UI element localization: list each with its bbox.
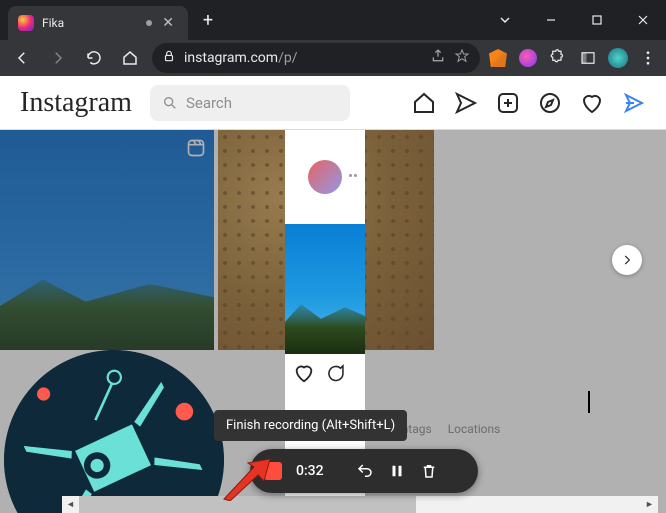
window-titlebar: Fika ✕ + [0,0,666,40]
nav-back-button[interactable] [8,44,36,72]
explore-icon[interactable] [538,91,562,115]
nav-forward-button[interactable] [44,44,72,72]
search-input[interactable]: Search [150,85,350,121]
address-bar[interactable]: instagram.com/p/ [152,43,480,73]
annotation-avatar-icon [4,350,224,513]
window-minimize-button[interactable] [528,0,574,40]
nav-reload-button[interactable] [80,44,108,72]
messages-icon[interactable] [454,91,478,115]
undo-button[interactable] [356,462,374,480]
extension-purple-icon[interactable] [518,48,538,68]
extensions-menu-button[interactable] [548,48,568,68]
browser-toolbar: instagram.com/p/ [0,40,666,76]
tab-indicator-dot-icon [146,20,152,26]
screen-recorder-toolbar: 0:32 [250,449,478,493]
bookmark-star-icon[interactable] [454,48,470,68]
recorder-tooltip: Finish recording (Alt+Shift+L) [214,410,407,441]
window-dropdown-button[interactable] [482,0,528,40]
horizontal-scrollbar[interactable]: ◄ ► [62,496,658,513]
tab-strip: Fika ✕ + [0,0,482,40]
instagram-logo[interactable]: Instagram [20,87,132,119]
browser-menu-button[interactable] [638,48,658,68]
content-area: 340 likes Help API Terms Top Accounts Ha… [0,130,666,513]
window-close-button[interactable] [620,0,666,40]
scroll-track[interactable] [79,496,641,513]
side-panel-button[interactable] [578,48,598,68]
mute-button[interactable] [337,326,359,348]
profile-menu-icon[interactable] [622,91,646,115]
footer-link[interactable]: Locations [448,422,501,436]
text-cursor-icon [588,391,590,413]
metamask-extension-icon[interactable] [488,48,508,68]
share-icon[interactable] [430,48,446,68]
url-text: instagram.com/p/ [184,50,422,66]
extension-teal-icon[interactable] [608,48,628,68]
preview-media[interactable] [285,224,365,354]
nav-home-button[interactable] [116,44,144,72]
search-icon [162,95,178,111]
home-icon[interactable] [412,91,436,115]
lock-icon [162,49,176,67]
extensions-area [488,48,658,68]
scroll-right-button[interactable]: ► [641,496,658,513]
search-placeholder: Search [186,94,232,112]
tab-title: Fika [42,16,140,30]
pause-button[interactable] [388,462,406,480]
instagram-header: Instagram Search [0,76,666,130]
new-post-icon[interactable] [496,91,520,115]
window-maximize-button[interactable] [574,0,620,40]
tab-close-button[interactable]: ✕ [158,15,178,31]
activity-heart-icon[interactable] [580,91,604,115]
next-post-button[interactable] [612,245,642,275]
instagram-favicon-icon [18,15,34,31]
browser-tab-active[interactable]: Fika ✕ [8,6,188,40]
new-tab-button[interactable]: + [194,6,222,34]
scroll-left-button[interactable]: ◄ [62,496,79,513]
post-thumbnail[interactable] [0,130,214,350]
recording-timer: 0:32 [296,463,324,479]
like-heart-icon[interactable] [293,362,315,384]
user-avatar[interactable] [308,160,342,194]
comment-icon[interactable] [325,362,347,384]
delete-recording-button[interactable] [420,462,438,480]
window-controls [482,0,666,40]
annotation-arrow-icon [222,457,272,505]
reels-badge-icon [186,138,206,162]
preview-header [285,130,365,224]
preview-actions [285,354,365,384]
